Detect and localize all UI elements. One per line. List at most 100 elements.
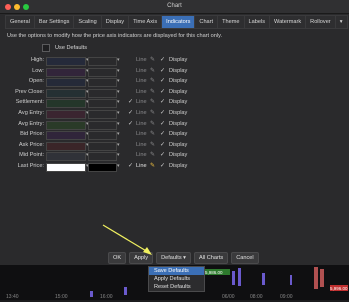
time-axis-label-4: 06/00 [222, 294, 235, 300]
display-checkbox[interactable]: ✓ [160, 163, 165, 170]
pencil-icon[interactable]: ✎ [150, 121, 155, 128]
background-color-swatch[interactable] [88, 163, 117, 172]
line-label: Line [136, 163, 147, 169]
line-label: Line [136, 99, 147, 106]
all-charts-button[interactable]: All Charts [193, 252, 229, 264]
text-color-swatch[interactable] [46, 78, 86, 88]
chevron-down-icon[interactable]: ▾ [117, 89, 120, 96]
chevron-down-icon[interactable]: ▾ [117, 99, 120, 106]
pencil-icon[interactable]: ✎ [150, 89, 155, 96]
use-defaults-checkbox[interactable]: Use Defaults [42, 44, 87, 52]
background-color-swatch[interactable] [88, 152, 117, 162]
text-color-swatch[interactable] [46, 120, 86, 130]
display-checkbox[interactable]: ✓ [160, 68, 165, 75]
tab-chart[interactable]: Chart [194, 15, 218, 29]
line-checkbox[interactable]: ✓ [128, 163, 133, 170]
background-color-swatch[interactable] [88, 120, 117, 130]
line-checkbox[interactable]: ✓ [128, 110, 133, 117]
display-checkbox[interactable]: ✓ [160, 110, 165, 117]
display-checkbox[interactable]: ✓ [160, 89, 165, 96]
tab-bar-settings[interactable]: Bar Settings [33, 15, 74, 29]
display-label: Display [169, 67, 188, 74]
tab-time-axis[interactable]: Time Axis [128, 15, 162, 29]
background-color-swatch[interactable] [88, 99, 117, 109]
text-color-swatch[interactable] [46, 57, 86, 66]
display-checkbox[interactable]: ✓ [160, 99, 165, 106]
indicator-row: Last Price: ▾ ▾ ✓ Line ✎ ✓ Display [0, 163, 349, 172]
display-checkbox[interactable]: ✓ [160, 78, 165, 85]
chevron-down-icon[interactable]: ▾ [117, 78, 120, 85]
pencil-icon[interactable]: ✎ [150, 152, 155, 159]
background-color-swatch[interactable] [88, 131, 117, 141]
apply-button[interactable]: Apply [129, 252, 154, 264]
cancel-button[interactable]: Cancel [231, 252, 259, 264]
pencil-icon[interactable]: ✎ [150, 131, 155, 138]
background-color-swatch[interactable] [88, 57, 117, 66]
background-color-swatch[interactable] [88, 67, 117, 77]
use-defaults-box[interactable] [42, 44, 50, 52]
pencil-icon[interactable]: ✎ [150, 110, 155, 117]
chevron-down-icon[interactable]: ▾ [117, 68, 120, 75]
pencil-icon[interactable]: ✎ [150, 99, 155, 106]
use-defaults-label: Use Defaults [55, 45, 88, 51]
line-label: Line [136, 57, 147, 63]
indicator-row: Mid Point: ▾ ▾ Line ✎ ✓ Display [0, 152, 349, 162]
chevron-down-icon[interactable]: ▾ [117, 131, 120, 138]
tab-labels[interactable]: Labels [243, 15, 269, 29]
chevron-down-icon[interactable]: ▾ [117, 121, 120, 128]
tab-theme[interactable]: Theme [217, 15, 244, 29]
text-color-swatch[interactable] [46, 152, 86, 162]
tab-general[interactable]: General [5, 15, 34, 29]
chevron-down-icon[interactable]: ▾ [117, 110, 120, 117]
menu-item-apply-defaults[interactable]: Apply Defaults [149, 275, 204, 283]
text-color-swatch[interactable] [46, 67, 86, 77]
text-color-swatch[interactable] [46, 110, 86, 119]
display-checkbox[interactable]: ✓ [160, 142, 165, 149]
defaults-dropdown-button[interactable]: Defaults ▾ [156, 252, 191, 264]
text-color-swatch[interactable] [46, 88, 86, 98]
pencil-icon[interactable]: ✎ [150, 163, 155, 170]
display-checkbox[interactable]: ✓ [160, 152, 165, 159]
background-color-swatch[interactable] [88, 78, 117, 88]
ok-button[interactable]: OK [108, 252, 127, 264]
background-color-swatch[interactable] [88, 110, 117, 119]
chevron-down-icon[interactable]: ▾ [117, 152, 120, 159]
chart-settings-window: Chart General Bar Settings Scaling Displ… [0, 0, 349, 265]
line-checkbox[interactable]: ✓ [128, 99, 133, 106]
display-checkbox[interactable]: ✓ [160, 131, 165, 138]
pencil-icon[interactable]: ✎ [150, 57, 155, 64]
indicator-row: Settlement: ▾ ▾ ✓ Line ✎ ✓ Display [0, 99, 349, 109]
display-label: Display [169, 110, 188, 116]
text-color-swatch[interactable] [46, 141, 86, 151]
tab-rollover[interactable]: Rollover [305, 15, 335, 29]
display-label: Display [169, 131, 188, 138]
time-axis-label-2: 15:00 [55, 294, 68, 300]
description-text: Use the options to modify how the price … [7, 33, 223, 39]
display-label: Display [169, 120, 188, 127]
line-checkbox[interactable]: ✓ [128, 121, 133, 128]
tab-display[interactable]: Display [100, 15, 129, 29]
text-color-swatch[interactable] [46, 163, 86, 172]
text-color-swatch[interactable] [46, 99, 86, 109]
tab-scaling[interactable]: Scaling [73, 15, 101, 29]
price-tag-2: 5,996.00 [330, 286, 348, 291]
price-tag: 5,986.00 [205, 270, 223, 275]
tab-indicators[interactable]: Indicators [161, 15, 195, 29]
chevron-down-icon[interactable]: ▾ [117, 57, 120, 64]
tabs-overflow-chevron-icon[interactable]: ▾ [334, 15, 348, 29]
pencil-icon[interactable]: ✎ [150, 68, 155, 75]
chevron-down-icon[interactable]: ▾ [117, 163, 120, 170]
menu-item-save-defaults[interactable]: Save Defaults [149, 267, 204, 275]
pencil-icon[interactable]: ✎ [150, 142, 155, 149]
menu-item-reset-defaults[interactable]: Reset Defaults [149, 283, 204, 291]
display-checkbox[interactable]: ✓ [160, 121, 165, 128]
time-axis-label-6: 09:00 [280, 294, 293, 300]
pencil-icon[interactable]: ✎ [150, 78, 155, 85]
background-color-swatch[interactable] [88, 88, 117, 98]
display-checkbox[interactable]: ✓ [160, 57, 165, 64]
chevron-down-icon[interactable]: ▾ [117, 142, 120, 149]
background-color-swatch[interactable] [88, 141, 117, 151]
indicator-row: Avg Entry: ▾ ▾ ✓ Line ✎ ✓ Display [0, 120, 349, 130]
tab-watermark[interactable]: Watermark [269, 15, 306, 29]
text-color-swatch[interactable] [46, 131, 86, 141]
